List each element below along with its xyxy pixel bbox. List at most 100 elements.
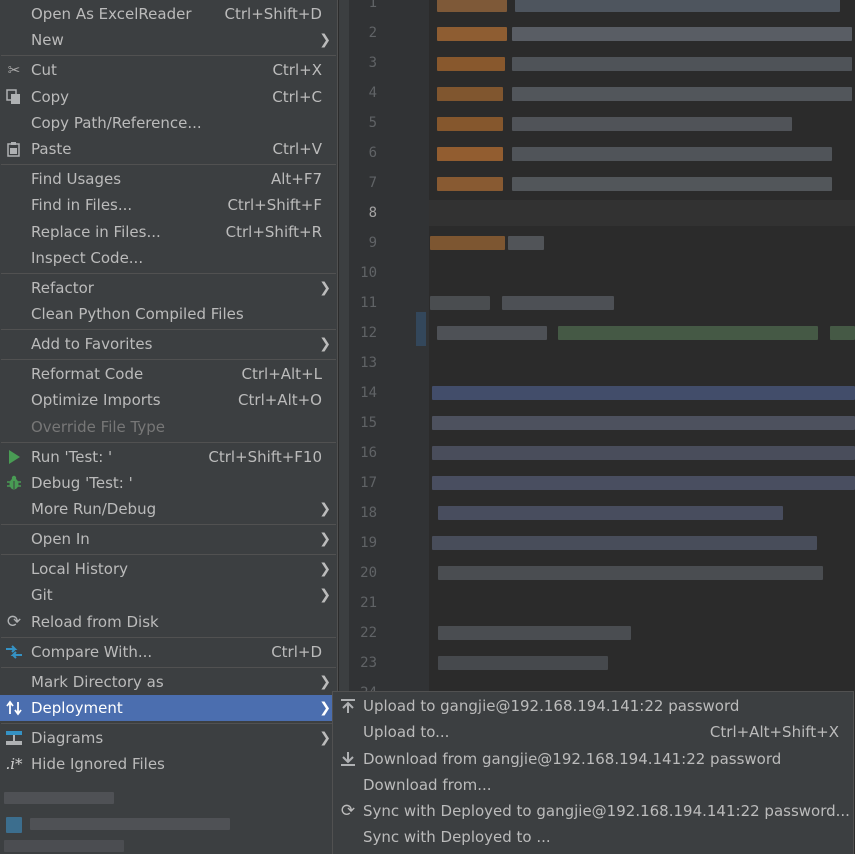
submenu-arrow-icon: ❯ <box>319 700 331 716</box>
menu-item-shortcut: Ctrl+Shift+R <box>225 223 322 241</box>
menu-separator <box>1 359 336 360</box>
menu-item-label: Local History <box>31 560 129 578</box>
change-marker <box>416 312 426 346</box>
line-number: 19 <box>360 535 377 551</box>
menu-item-git[interactable]: Git ❯ <box>0 582 337 608</box>
menu-item-diagrams[interactable]: Diagrams ❯ <box>0 725 337 751</box>
submenu-item-download-from-server[interactable]: Download from gangjie@192.168.194.141:22… <box>333 746 853 772</box>
debug-icon <box>5 475 23 491</box>
line-number: 23 <box>360 655 377 671</box>
submenu-arrow-icon: ❯ <box>319 561 331 577</box>
menu-separator <box>1 329 336 330</box>
menu-item-more-run-debug[interactable]: More Run/Debug ❯ <box>0 496 337 522</box>
current-line-highlight <box>429 200 855 226</box>
menu-item-label: Cut <box>31 61 57 79</box>
submenu-item-sync-with-deployed-to[interactable]: Sync with Deployed to ... <box>333 824 853 850</box>
line-number: 14 <box>360 385 377 401</box>
line-number: 12 <box>360 325 377 341</box>
regex-icon: .i* <box>5 755 23 773</box>
context-menu: Open As ExcelReader Ctrl+Shift+D New ❯ ✂… <box>0 0 338 854</box>
line-number: 1 <box>368 0 377 11</box>
scissors-icon: ✂ <box>7 61 21 79</box>
menu-item-shortcut: Ctrl+Alt+Shift+X <box>709 723 839 741</box>
menu-item-shortcut: Ctrl+Shift+D <box>224 5 322 23</box>
menu-item-label: Upload to gangjie@192.168.194.141:22 pas… <box>363 697 740 715</box>
menu-item-label: Find in Files... <box>31 196 133 214</box>
menu-item-add-to-favorites[interactable]: Add to Favorites ❯ <box>0 331 337 357</box>
line-number: 3 <box>368 55 377 71</box>
menu-item-clean-python-compiled[interactable]: Clean Python Compiled Files <box>0 301 337 327</box>
menu-item-label: Sync with Deployed to ... <box>363 828 551 846</box>
menu-item-deployment[interactable]: Deployment ❯ <box>0 695 337 721</box>
submenu-arrow-icon: ❯ <box>319 531 331 547</box>
menu-item-label: Run 'Test: ' <box>31 448 113 466</box>
menu-item-label: Reformat Code <box>31 365 144 383</box>
submenu-arrow-icon: ❯ <box>319 674 331 690</box>
deployment-submenu: Upload to gangjie@192.168.194.141:22 pas… <box>332 691 854 854</box>
menu-separator <box>1 554 336 555</box>
menu-item-override-file-type: Override File Type <box>0 414 337 440</box>
line-number: 20 <box>360 565 377 581</box>
menu-item-find-usages[interactable]: Find Usages Alt+F7 <box>0 166 337 192</box>
diagrams-icon <box>5 730 23 746</box>
menu-item-open-as-excelreader[interactable]: Open As ExcelReader Ctrl+Shift+D <box>0 1 337 27</box>
menu-item-find-in-files[interactable]: Find in Files... Ctrl+Shift+F <box>0 192 337 218</box>
menu-item-shortcut: Ctrl+Alt+L <box>241 365 323 383</box>
submenu-item-upload-to[interactable]: Upload to... Ctrl+Alt+Shift+X <box>333 719 853 745</box>
menu-item-optimize-imports[interactable]: Optimize Imports Ctrl+Alt+O <box>0 387 337 413</box>
menu-item-replace-in-files[interactable]: Replace in Files... Ctrl+Shift+R <box>0 219 337 245</box>
menu-item-reload-from-disk[interactable]: ⟳ Reload from Disk <box>0 609 337 635</box>
menu-item-run-test[interactable]: Run 'Test: ' Ctrl+Shift+F10 <box>0 444 337 470</box>
menu-item-copy[interactable]: Copy Ctrl+C <box>0 84 337 110</box>
run-icon <box>5 449 23 465</box>
menu-item-label: Git <box>31 586 53 604</box>
line-number: 9 <box>368 235 377 251</box>
menu-item-label: Refactor <box>31 279 94 297</box>
menu-item-shortcut: Alt+F7 <box>270 170 322 188</box>
menu-item-compare-with[interactable]: Compare With... Ctrl+D <box>0 639 337 665</box>
menu-item-shortcut: Ctrl+X <box>272 61 322 79</box>
menu-item-shortcut: Ctrl+D <box>271 643 322 661</box>
menu-item-label: Diagrams <box>31 729 104 747</box>
menu-separator <box>1 442 336 443</box>
menu-item-copy-path[interactable]: Copy Path/Reference... <box>0 110 337 136</box>
deployment-icon <box>5 700 23 716</box>
menu-separator <box>1 667 336 668</box>
reload-icon: ⟳ <box>6 612 22 632</box>
menu-item-label: Copy <box>31 88 70 106</box>
submenu-item-upload-to-server[interactable]: Upload to gangjie@192.168.194.141:22 pas… <box>333 693 853 719</box>
submenu-item-sync-with-server[interactable]: ⟳ Sync with Deployed to gangjie@192.168.… <box>333 798 853 824</box>
menu-item-paste[interactable]: Paste Ctrl+V <box>0 136 337 162</box>
compare-icon <box>5 644 23 660</box>
menu-item-cut[interactable]: ✂ Cut Ctrl+X <box>0 57 337 83</box>
menu-item-label: Mark Directory as <box>31 673 164 691</box>
menu-item-label: Add to Favorites <box>31 335 153 353</box>
menu-item-label: New <box>31 31 64 49</box>
menu-item-label: Clean Python Compiled Files <box>31 305 244 323</box>
menu-item-shortcut: Ctrl+Alt+O <box>238 391 322 409</box>
upload-icon <box>339 698 357 714</box>
line-number: 10 <box>360 265 377 281</box>
submenu-arrow-icon: ❯ <box>319 32 331 48</box>
line-number: 4 <box>368 85 377 101</box>
menu-item-open-in[interactable]: Open In ❯ <box>0 526 337 552</box>
line-number: 2 <box>368 25 377 41</box>
menu-item-debug-test[interactable]: Debug 'Test: ' <box>0 470 337 496</box>
menu-item-new[interactable]: New ❯ <box>0 27 337 53</box>
menu-separator <box>1 723 336 724</box>
menu-item-label: Sync with Deployed to gangjie@192.168.19… <box>363 802 850 820</box>
menu-item-local-history[interactable]: Local History ❯ <box>0 556 337 582</box>
copy-icon <box>5 89 23 105</box>
menu-item-hide-ignored-files[interactable]: .i* Hide Ignored Files <box>0 751 337 777</box>
submenu-item-download-from[interactable]: Download from... <box>333 772 853 798</box>
submenu-arrow-icon: ❯ <box>319 336 331 352</box>
menu-item-label: Open In <box>31 530 90 548</box>
menu-separator <box>1 164 336 165</box>
line-number: 7 <box>368 175 377 191</box>
menu-item-mark-directory-as[interactable]: Mark Directory as ❯ <box>0 669 337 695</box>
menu-item-inspect-code[interactable]: Inspect Code... <box>0 245 337 271</box>
menu-item-refactor[interactable]: Refactor ❯ <box>0 275 337 301</box>
line-number-current: 8 <box>368 205 377 221</box>
menu-item-reformat-code[interactable]: Reformat Code Ctrl+Alt+L <box>0 361 337 387</box>
paste-icon <box>5 141 23 157</box>
